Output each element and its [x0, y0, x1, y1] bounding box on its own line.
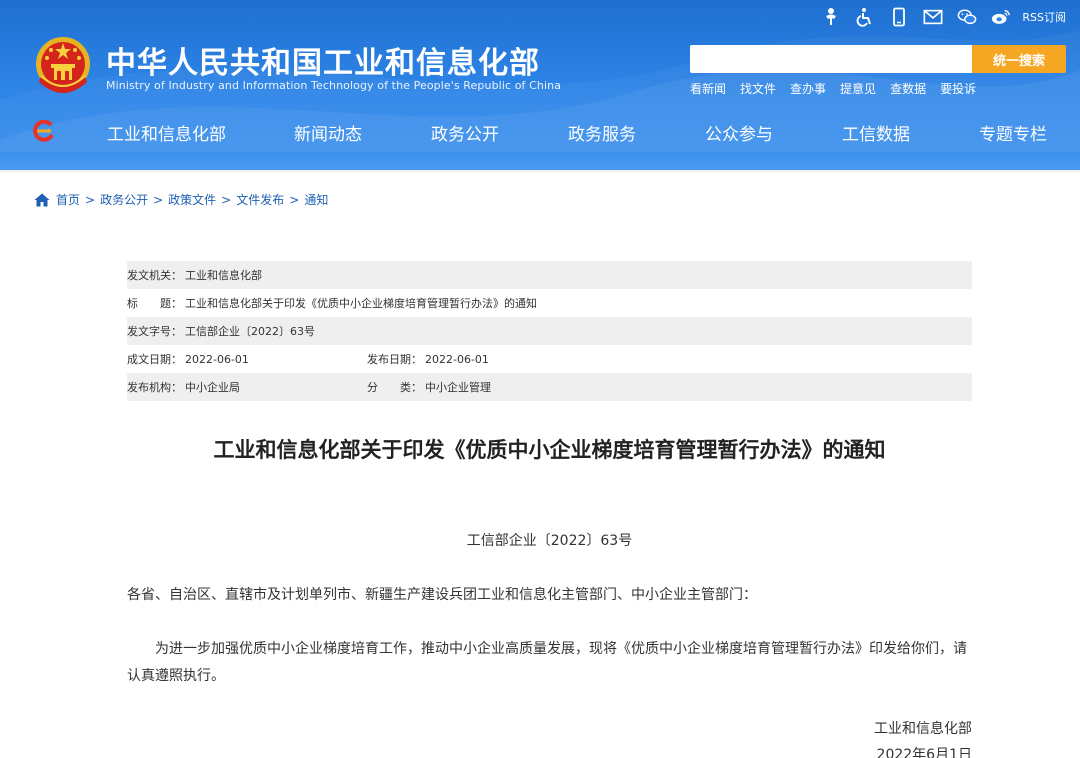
- meta-issuer: 发文机关： 工业和信息化部: [127, 267, 262, 283]
- breadcrumb-notice[interactable]: 通知: [304, 191, 328, 208]
- mail-button[interactable]: [916, 5, 950, 29]
- quick-link-files[interactable]: 找文件: [740, 80, 776, 97]
- breadcrumb-separator: >: [153, 192, 164, 207]
- meta-publish-date: 发布日期： 2022-06-01: [367, 351, 489, 367]
- site-header: 中华人民共和国工业和信息化部 Ministry of Industry and …: [0, 0, 1080, 170]
- header-bottom-band: [0, 152, 1080, 170]
- meta-category: 分 类： 中小企业管理: [367, 379, 491, 395]
- article-doc-number: 工信部企业〔2022〕63号: [466, 533, 633, 549]
- meta-publish-date-value: 2022-06-01: [425, 352, 489, 366]
- meta-doc-number: 发文字号： 工信部企业〔2022〕63号: [127, 323, 315, 339]
- article-title: 工业和信息化部关于印发《优质中小企业梯度培育管理暂行办法》的通知: [213, 438, 886, 462]
- meta-title-value: 工业和信息化部关于印发《优质中小企业梯度培育管理暂行办法》的通知: [185, 297, 537, 310]
- meta-written-date: 成文日期： 2022-06-01: [127, 351, 249, 367]
- header-shadow: [0, 170, 1080, 173]
- nav-item-public-participation[interactable]: 公众参与: [705, 120, 773, 145]
- article-body-paragraph: 为进一步加强优质中小企业梯度培育工作，推动中小企业高质量发展，现将《优质中小企业…: [127, 641, 967, 684]
- meta-written-date-label: 成文日期：: [127, 353, 182, 366]
- article-recipients: 各省、自治区、直辖市及计划单列市、新疆生产建设兵团工业和信息化主管部门、中小企业…: [127, 587, 757, 603]
- quick-link-feedback[interactable]: 提意见: [840, 80, 876, 97]
- accessibility-icon: [857, 8, 872, 27]
- meta-agency-label: 发布机构：: [127, 381, 182, 394]
- nav-item-government-affairs[interactable]: 政务公开: [431, 120, 499, 145]
- meta-agency-value: 中小企业局: [185, 381, 240, 394]
- meta-publish-date-label: 发布日期：: [367, 353, 422, 366]
- home-icon[interactable]: [34, 193, 50, 207]
- meta-doc-number-label: 发文字号：: [127, 325, 182, 338]
- meta-title-label: 标 题：: [127, 297, 182, 310]
- mobile-icon: [893, 7, 906, 27]
- breadcrumb-government-affairs[interactable]: 政务公开: [100, 191, 148, 208]
- nav-item-special-topics[interactable]: 专题专栏: [979, 120, 1047, 145]
- national-emblem-icon: [36, 37, 90, 93]
- nav-item-government-services[interactable]: 政务服务: [568, 120, 636, 145]
- meta-issuer-label: 发文机关：: [127, 269, 182, 282]
- unified-search-button[interactable]: 统一搜索: [972, 45, 1066, 73]
- elder-care-icon: [826, 8, 837, 25]
- breadcrumb-separator: >: [289, 192, 300, 207]
- breadcrumb-home[interactable]: 首页: [56, 191, 80, 208]
- breadcrumb-separator: >: [85, 192, 96, 207]
- quick-links: 看新闻 找文件 查办事 提意见 查数据 要投诉: [690, 80, 976, 97]
- weibo-icon: [992, 9, 1011, 24]
- meta-category-label: 分 类：: [367, 381, 422, 394]
- meta-row-agency: 发布机构： 中小企业局 分 类： 中小企业管理: [127, 373, 972, 401]
- elder-care-button[interactable]: [814, 5, 848, 29]
- wechat-button[interactable]: [950, 5, 984, 29]
- search-input[interactable]: [690, 45, 972, 73]
- meta-row-dates: 成文日期： 2022-06-01 发布日期： 2022-06-01: [127, 345, 972, 373]
- breadcrumb-document-release[interactable]: 文件发布: [236, 191, 284, 208]
- breadcrumb-policy-documents[interactable]: 政策文件: [168, 191, 216, 208]
- nav-item-news[interactable]: 新闻动态: [294, 120, 362, 145]
- document-meta-table: 发文机关： 工业和信息化部 标 题： 工业和信息化部关于印发《优质中小企业梯度培…: [127, 261, 972, 401]
- site-title: 中华人民共和国工业和信息化部: [106, 46, 540, 81]
- meta-doc-number-value: 工信部企业〔2022〕63号: [185, 325, 315, 338]
- meta-row-title: 标 题： 工业和信息化部关于印发《优质中小企业梯度培育管理暂行办法》的通知: [127, 289, 972, 317]
- top-toolbar: RSS订阅: [814, 5, 1066, 29]
- meta-title: 标 题： 工业和信息化部关于印发《优质中小企业梯度培育管理暂行办法》的通知: [127, 295, 537, 311]
- quick-link-complaint[interactable]: 要投诉: [940, 80, 976, 97]
- meta-agency: 发布机构： 中小企业局: [127, 379, 240, 395]
- quick-link-news[interactable]: 看新闻: [690, 80, 726, 97]
- meta-row-issuer: 发文机关： 工业和信息化部: [127, 261, 972, 289]
- mail-icon: [923, 9, 943, 25]
- meta-row-doc-number: 发文字号： 工信部企业〔2022〕63号: [127, 317, 972, 345]
- breadcrumb-separator: >: [221, 192, 232, 207]
- breadcrumb: 首页 > 政务公开 > 政策文件 > 文件发布 > 通知: [34, 191, 328, 208]
- article-date: 2022年6月1日: [876, 747, 972, 758]
- meta-written-date-value: 2022-06-01: [185, 352, 249, 366]
- site-subtitle: Ministry of Industry and Information Tec…: [106, 79, 562, 92]
- rss-subscribe-link[interactable]: RSS订阅: [1022, 9, 1066, 25]
- wechat-icon: [958, 9, 977, 25]
- nav-item-industry-data[interactable]: 工信数据: [842, 120, 910, 145]
- article-signature: 工业和信息化部: [874, 721, 972, 737]
- meta-category-value: 中小企业管理: [425, 381, 491, 394]
- mobile-button[interactable]: [882, 5, 916, 29]
- miit-logo-icon[interactable]: [31, 120, 55, 142]
- meta-issuer-value: 工业和信息化部: [185, 269, 262, 282]
- nav-item-ministry[interactable]: 工业和信息化部: [107, 120, 226, 145]
- main-nav: 工业和信息化部 新闻动态 政务公开 政务服务 公众参与 工信数据 专题专栏: [0, 110, 1080, 152]
- quick-link-data[interactable]: 查数据: [890, 80, 926, 97]
- accessibility-button[interactable]: [848, 5, 882, 29]
- weibo-button[interactable]: [984, 5, 1018, 29]
- quick-link-services[interactable]: 查办事: [790, 80, 826, 97]
